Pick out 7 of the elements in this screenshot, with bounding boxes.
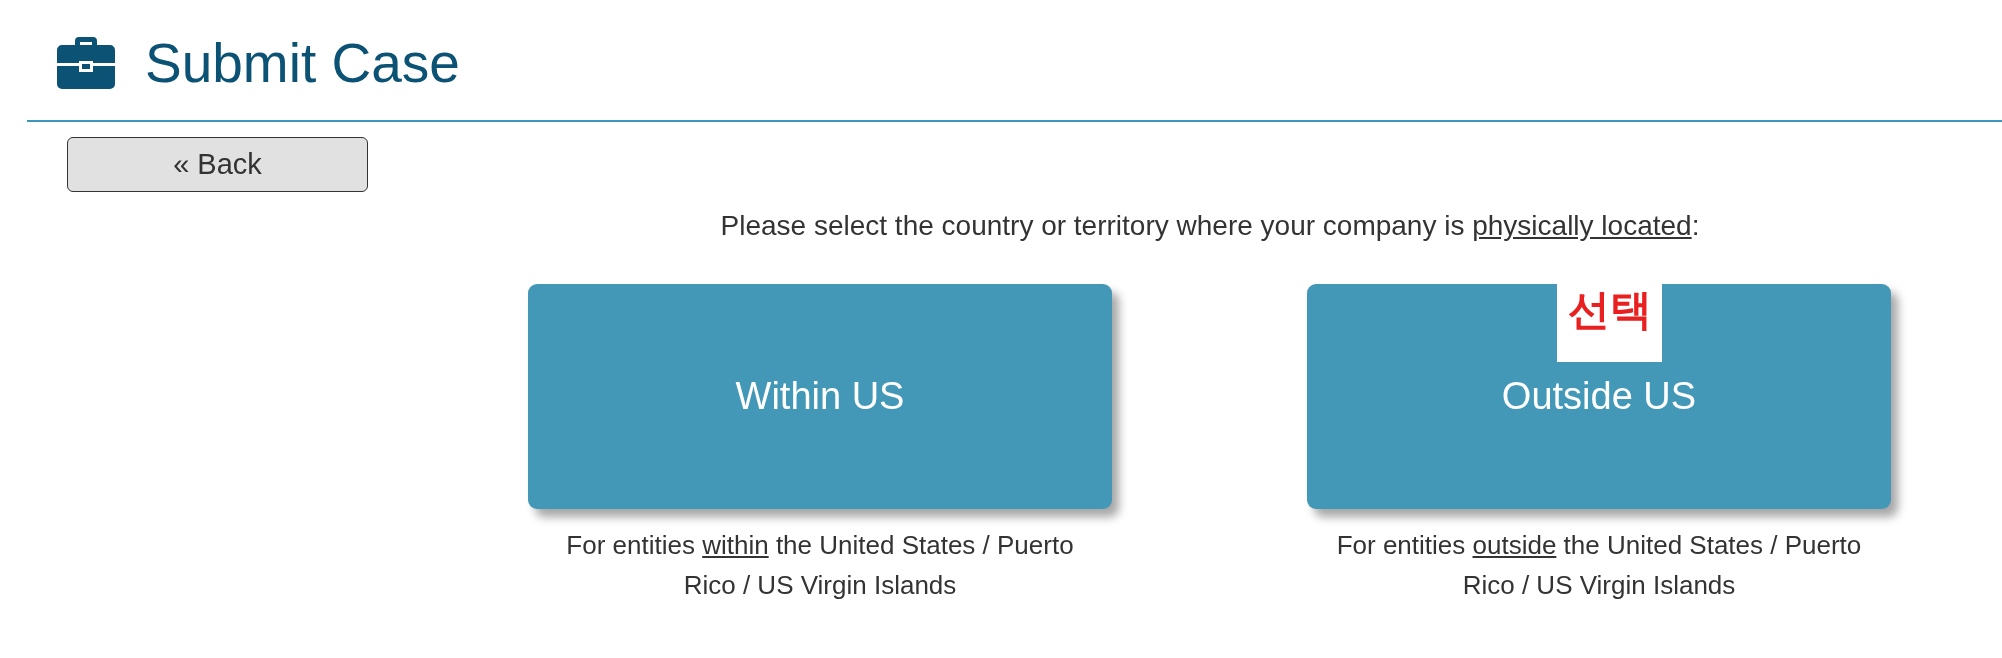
location-option-button[interactable]: Within US: [528, 284, 1112, 509]
option-description: For entities outside the United States / Puerto Rico / US Virgin Islands: [1335, 529, 1863, 602]
briefcase-icon: [57, 37, 115, 89]
page-title: Submit Case: [145, 34, 460, 92]
back-button[interactable]: « Back: [67, 137, 368, 192]
option-description: For entities within the United States / Puerto Rico / US Virgin Islands: [565, 529, 1075, 602]
prompt-text: Please select the country or territory where your company is physically located:: [719, 209, 1701, 243]
